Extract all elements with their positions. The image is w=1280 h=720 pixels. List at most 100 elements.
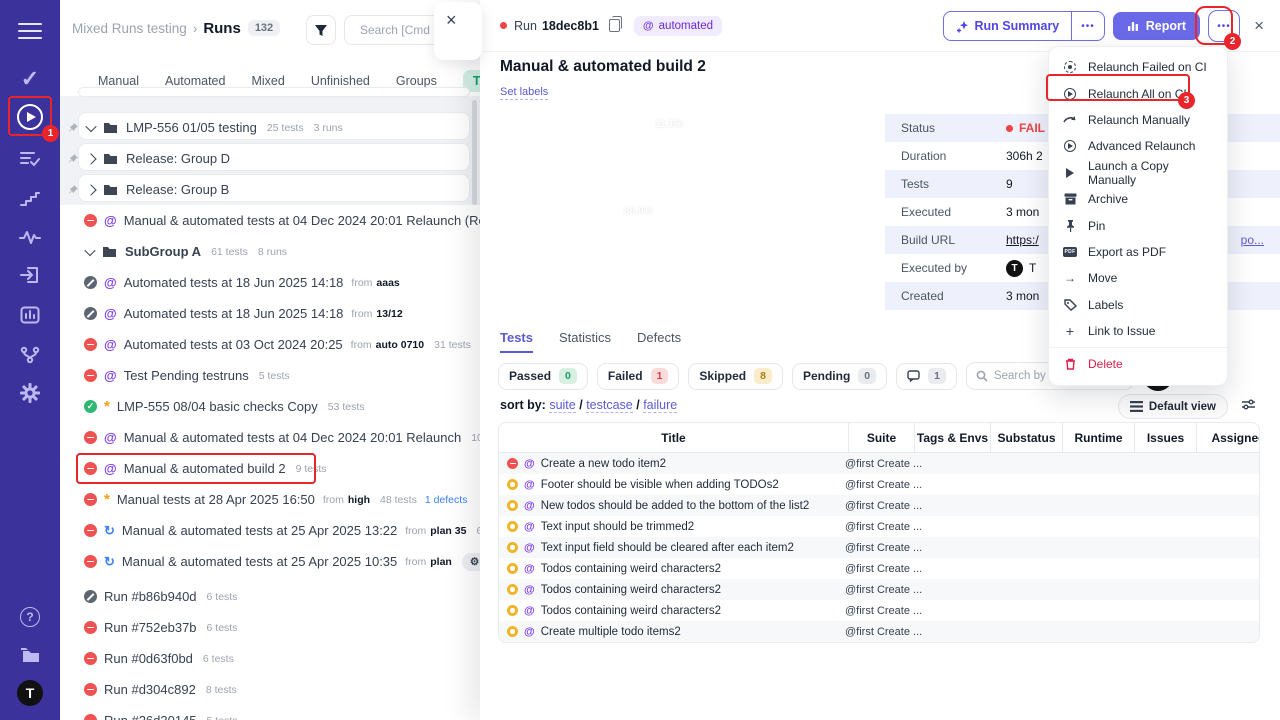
run-summary-more-button[interactable]: ••• [1071, 12, 1104, 40]
menu-advanced-relaunch[interactable]: Advanced Relaunch [1049, 133, 1227, 159]
run-row[interactable]: Run #0d63f0bd 6 tests [60, 643, 480, 674]
copy-icon[interactable] [608, 16, 623, 32]
run-title[interactable]: Automated tests at 03 Oct 2024 20:25 [124, 337, 343, 352]
run-row[interactable]: Run #752eb37b 6 tests [60, 612, 480, 643]
run-row[interactable]: @ Automated tests at 03 Oct 2024 20:25 f… [60, 329, 480, 360]
col-tags-envs[interactable]: Tags & Envs [915, 423, 991, 452]
projects-folder-icon[interactable] [0, 638, 60, 672]
menu-relaunch-all-ci[interactable]: Relaunch All on CI [1049, 80, 1227, 106]
run-title[interactable]: Automated tests at 18 Jun 2025 14:18 [124, 306, 344, 321]
run-title[interactable]: Run #0d63f0bd [104, 651, 193, 666]
run-row[interactable]: @ Automated tests at 18 Jun 2025 14:18 f… [60, 267, 480, 298]
menu-export-pdf[interactable]: PDF Export as PDF [1049, 239, 1227, 265]
chip-skipped[interactable]: Skipped 8 [688, 362, 783, 390]
group-row[interactable]: Release: Group B [60, 174, 480, 205]
run-title[interactable]: Run #d304c892 [104, 682, 196, 697]
run-row-selected[interactable]: @ Manual & automated build 2 9 tests [60, 453, 480, 484]
run-title[interactable]: Manual & automated tests at 25 Apr 2025 … [122, 554, 397, 569]
test-row[interactable]: @ Todos containing weird characters2 @fir… [499, 558, 1259, 579]
group-row[interactable]: LMP-556 01/05 testing 25 tests 3 runs [60, 112, 480, 143]
test-row[interactable]: @ Todos containing weird characters2 @fir… [499, 600, 1259, 621]
tab-unfinished[interactable]: Unfinished [311, 74, 370, 88]
run-title[interactable]: LMP-555 08/04 basic checks Copy [117, 399, 318, 414]
chevron-down-icon[interactable] [84, 244, 96, 256]
run-title[interactable]: Manual & automated tests at 04 Dec 2024 … [124, 213, 480, 228]
run-title[interactable]: Test Pending testruns [124, 368, 249, 383]
test-row[interactable]: @ Todos containing weird characters2 @fir… [499, 579, 1259, 600]
tab-defects[interactable]: Defects [637, 330, 681, 353]
chip-pending[interactable]: Pending 0 [791, 362, 888, 390]
menu-link-to-issue[interactable]: + Link to Issue [1049, 318, 1227, 344]
testcases-list-icon[interactable] [0, 142, 60, 176]
user-avatar[interactable]: T [0, 676, 60, 710]
sort-suite-link[interactable]: suite [549, 398, 576, 413]
run-title[interactable]: Run #752eb37b [104, 620, 197, 635]
col-assigned-to[interactable]: Assigned To [1197, 423, 1259, 452]
test-row[interactable]: @ Text input field should be cleared afte… [499, 537, 1259, 558]
group-title[interactable]: Release: Group B [126, 182, 229, 197]
close-panel-icon[interactable]: × [1254, 16, 1264, 36]
branch-icon[interactable] [0, 338, 60, 372]
chevron-down-icon[interactable] [85, 120, 97, 132]
run-row[interactable]: Run #b86b940d 6 tests [60, 581, 480, 612]
test-row[interactable]: @ Create a new todo item2 @first Create .… [499, 453, 1259, 474]
tab-mixed[interactable]: Mixed [251, 74, 284, 88]
run-row[interactable]: @ Test Pending testruns 5 tests [60, 360, 480, 391]
set-labels-link[interactable]: Set labels [500, 86, 549, 100]
menu-pin[interactable]: Pin [1049, 212, 1227, 238]
run-title[interactable]: Automated tests at 18 Jun 2025 14:18 [124, 275, 344, 290]
panel-close-card[interactable]: × [434, 2, 482, 60]
menu-relaunch-manually[interactable]: Relaunch Manually [1049, 107, 1227, 133]
tab-tests[interactable]: Tests [500, 330, 533, 353]
build-url-link[interactable]: https:/ [1006, 233, 1039, 247]
run-row[interactable]: * Manual tests at 28 Apr 2025 16:50 from… [60, 484, 480, 515]
tab-manual[interactable]: Manual [98, 74, 139, 88]
close-icon[interactable]: × [446, 10, 457, 31]
help-icon[interactable]: ? [0, 600, 60, 634]
menu-archive[interactable]: Archive [1049, 186, 1227, 212]
group-row[interactable]: Release: Group D [60, 143, 480, 174]
run-row[interactable]: Run #d304c892 8 tests [60, 674, 480, 705]
tab-statistics[interactable]: Statistics [559, 330, 611, 353]
test-row[interactable]: @ Text input should be trimmed2 @first Cr… [499, 516, 1259, 537]
build-url-link-tail[interactable]: po... [1241, 233, 1264, 247]
test-row[interactable]: @ Footer should be visible when adding TO… [499, 474, 1259, 495]
run-row[interactable]: @ Manual & automated tests at 04 Dec 202… [60, 205, 480, 236]
col-suite[interactable]: Suite [849, 423, 915, 452]
col-runtime[interactable]: Runtime [1063, 423, 1135, 452]
chevron-right-icon[interactable] [85, 183, 97, 196]
run-title[interactable]: Manual tests at 28 Apr 2025 16:50 [117, 492, 315, 507]
menu-launch-copy[interactable]: Launch a Copy Manually [1049, 159, 1227, 187]
group-title[interactable]: Release: Group D [126, 151, 230, 166]
run-row[interactable]: @ Manual & automated tests at 04 Dec 202… [60, 422, 480, 453]
run-row[interactable]: ↻ Manual & automated tests at 25 Apr 202… [60, 515, 480, 546]
run-row[interactable]: Run #26d30145 5 tests [60, 705, 480, 720]
report-button[interactable]: Report [1112, 12, 1201, 40]
chip-failed[interactable]: Failed 1 [596, 362, 680, 390]
test-row[interactable]: @ Create multiple todo items2 @first Crea… [499, 621, 1259, 642]
tab-groups[interactable]: Groups [396, 74, 437, 88]
run-row[interactable]: @ Automated tests at 18 Jun 2025 14:18 f… [60, 298, 480, 329]
col-issues[interactable]: Issues [1135, 423, 1197, 452]
subgroup-row[interactable]: SubGroup A 61 tests 8 runs [60, 236, 480, 267]
sort-failure-link[interactable]: failure [643, 398, 678, 413]
breadcrumb-section[interactable]: Runs [203, 20, 241, 37]
run-title[interactable]: Manual & automated tests at 04 Dec 2024 … [124, 430, 462, 445]
checkmark-icon[interactable]: ✓ [0, 62, 60, 96]
menu-delete[interactable]: Delete [1049, 351, 1227, 377]
run-summary-button[interactable]: Run Summary [944, 12, 1072, 40]
analytics-chart-icon[interactable] [0, 298, 60, 332]
menu-labels[interactable]: Labels [1049, 292, 1227, 318]
run-row[interactable]: * LMP-555 08/04 basic checks Copy 53 tes… [60, 391, 480, 422]
chip-passed[interactable]: Passed 0 [498, 362, 588, 390]
import-login-icon[interactable] [0, 258, 60, 292]
column-settings-icon[interactable] [1241, 398, 1256, 411]
run-title[interactable]: Run #26d30145 [104, 713, 197, 720]
chevron-right-icon[interactable] [85, 152, 97, 165]
hamburger-menu-icon[interactable] [0, 14, 60, 48]
menu-move[interactable]: → Move [1049, 265, 1227, 291]
filter-button[interactable] [306, 15, 336, 45]
list-scrollbar[interactable] [472, 100, 477, 205]
default-view-button[interactable]: Default view [1117, 394, 1228, 419]
run-summary-split-button[interactable]: Run Summary ••• [942, 11, 1105, 41]
